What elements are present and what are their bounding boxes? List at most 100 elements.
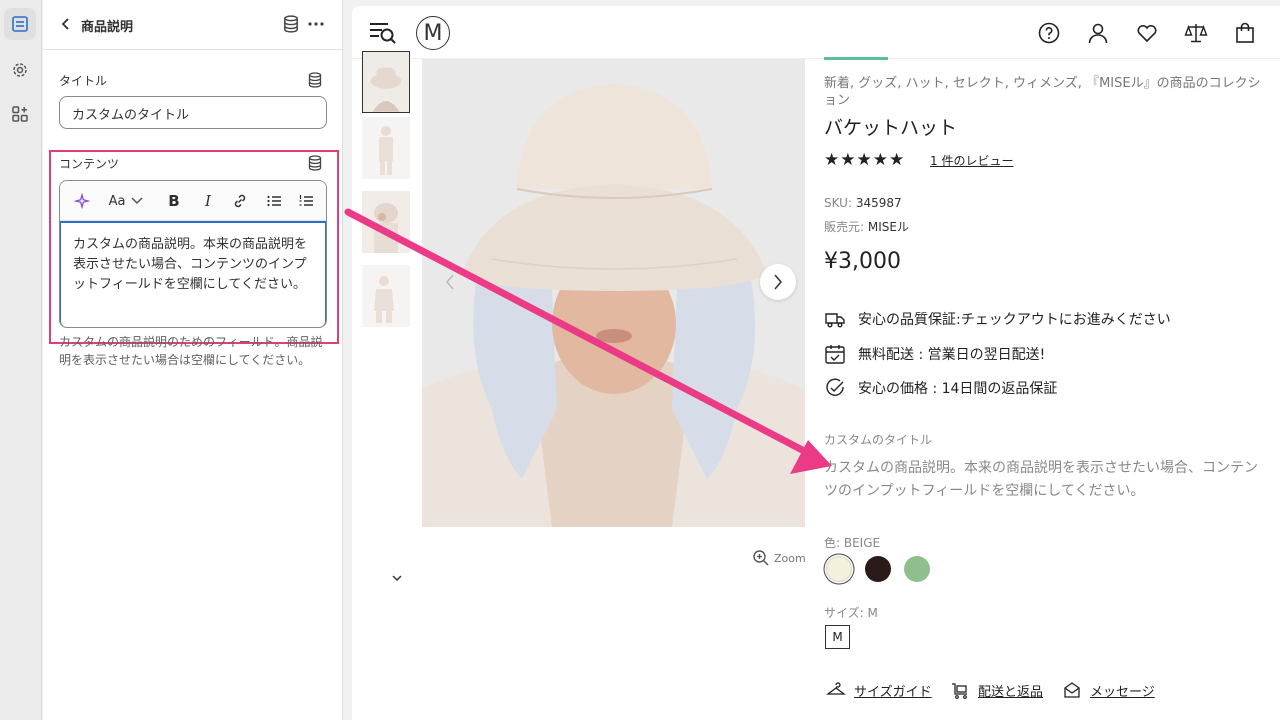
menu-search-icon[interactable] [368,20,398,46]
thumbnails-more-button[interactable] [392,571,402,585]
delivery-truck-icon [825,313,845,328]
thumbnail-1[interactable] [362,51,410,113]
sections-icon [12,16,28,32]
product-thumbnail-image [362,191,410,253]
link-button[interactable] [230,191,250,211]
chevron-right-icon [774,274,782,290]
size-guide-link[interactable]: サイズガイド [826,680,932,700]
feature-text: 無料配送 : 営業日の翌日配送! [858,347,1046,363]
numbered-list-button[interactable] [296,191,316,211]
store-logo[interactable]: M [416,16,450,50]
size-label: サイズ: M [824,606,878,620]
cart-return-icon [952,683,967,699]
swatch-dark-brown[interactable] [865,556,891,582]
main-product-image[interactable] [422,59,805,527]
thumbnail-strip [362,51,412,582]
help-circle-icon [1038,22,1060,44]
title-dynamic-source-button[interactable] [308,72,322,92]
size-guide-label: サイズガイド [854,684,932,700]
swatch-beige[interactable] [826,556,852,582]
message-link[interactable]: メッセージ [1062,680,1155,700]
help-button[interactable] [1037,21,1061,45]
compare-button[interactable] [1184,21,1208,45]
collections-links[interactable]: 新着, グッズ, ハット, セレクト, ウィメンズ, 『MISEル』の商品のコレ… [824,75,1264,109]
content-dynamic-source-button[interactable] [308,155,322,175]
chevron-left-icon [61,18,69,30]
vendor-value: MISEル [867,220,909,234]
product-photo [422,59,805,527]
title-field-label: タイトル [59,74,108,88]
settings-nav-button[interactable] [4,54,36,86]
product-thumbnail-image [362,265,410,327]
thumbnail-3[interactable] [362,191,410,253]
font-style-label: Aa [108,193,126,209]
feature-text: 安心の価格 : 14日間の返品保証 [858,381,1058,397]
feature-returns: 安心の価格 : 14日間の返品保証 [824,376,1057,400]
chevron-left-icon [446,274,454,290]
calendar-check-icon [825,345,845,364]
swatch-sage-green[interactable] [904,556,930,582]
reviews-link[interactable]: 1 件のレビュー [930,152,1013,169]
vendor-row: 販売元: MISEル [824,218,909,235]
link-icon [234,194,246,208]
heart-icon [1137,24,1157,43]
sku-label: SKU: [824,196,852,210]
vendor-label: 販売元: [824,220,865,234]
italic-icon: I [205,192,211,210]
more-horizontal-icon[interactable] [307,15,325,33]
mail-icon [1064,682,1080,698]
database-icon [308,72,322,88]
numbered-list-icon [299,195,313,206]
rte-toolbar: Aa B I [60,181,326,221]
message-label: メッセージ [1090,684,1155,700]
custom-description: カスタムの商品説明。本来の商品説明を表示させたい場合、コンテンツのインプットフィ… [824,460,1258,499]
apps-nav-button[interactable] [4,98,36,130]
store-preview: M Zoom 新着, グッズ, ハット, セレクト, ウィメンズ, 『MISEル… [352,6,1280,720]
content-editor-body[interactable]: カスタムの商品説明。本来の商品説明を表示させたい場合、コンテンツのインプットフィ… [60,221,326,327]
size-option-m[interactable]: M [825,625,850,649]
ai-sparkle-button[interactable] [72,191,92,211]
italic-button[interactable]: I [198,191,218,211]
bullet-list-icon [267,195,281,207]
back-button[interactable] [57,15,75,33]
store-header: M [352,6,1280,59]
apps-icon [12,106,28,122]
next-image-button[interactable] [760,264,796,300]
product-thumbnail-image [363,52,409,112]
zoom-in-icon [753,550,769,566]
thumbnail-2[interactable] [362,117,410,179]
chevron-down-icon [131,197,143,205]
title-input[interactable]: カスタムのタイトル [59,96,327,129]
color-label: 色: BEIGE [824,536,881,550]
thumbnail-4[interactable] [362,265,410,327]
shipping-returns-link[interactable]: 配送と返品 [950,680,1043,700]
sku-value: 345987 [855,196,902,210]
product-thumbnail-image [362,117,410,179]
bold-icon: B [168,192,180,210]
cart-button[interactable] [1233,21,1257,45]
accent-bar [824,57,888,60]
product-title: バケットハット [824,117,958,139]
zoom-label: Zoom [774,551,806,565]
bold-button[interactable]: B [164,191,184,211]
rich-text-editor: Aa B I カスタムの商品説明。本来の商品説明を表示させたい場合、コンテンツの… [59,180,327,328]
sku-row: SKU: 345987 [824,196,902,210]
scale-icon [1184,24,1208,43]
shipping-returns-label: 配送と返品 [978,684,1044,700]
settings-panel: 商品説明 タイトル カスタムのタイトル コンテンツ Aa B I カスタムの商品… [43,0,343,720]
bullet-list-button[interactable] [264,191,284,211]
hanger-icon [826,682,846,695]
feature-quality: 安心の品質保証:チェックアウトにお進みください [824,307,1171,331]
wishlist-button[interactable] [1135,21,1159,45]
account-button[interactable] [1086,21,1110,45]
custom-title: カスタムのタイトル [824,433,933,447]
database-icon[interactable] [283,15,299,33]
panel-header: 商品説明 [43,0,343,50]
font-style-dropdown[interactable]: Aa [106,191,146,211]
zoom-button[interactable]: Zoom [752,549,806,567]
sections-nav-button[interactable] [4,8,36,40]
previous-image-button[interactable] [432,264,468,300]
gear-icon [13,63,27,77]
database-icon [308,155,322,171]
shopping-bag-icon [1236,22,1254,43]
